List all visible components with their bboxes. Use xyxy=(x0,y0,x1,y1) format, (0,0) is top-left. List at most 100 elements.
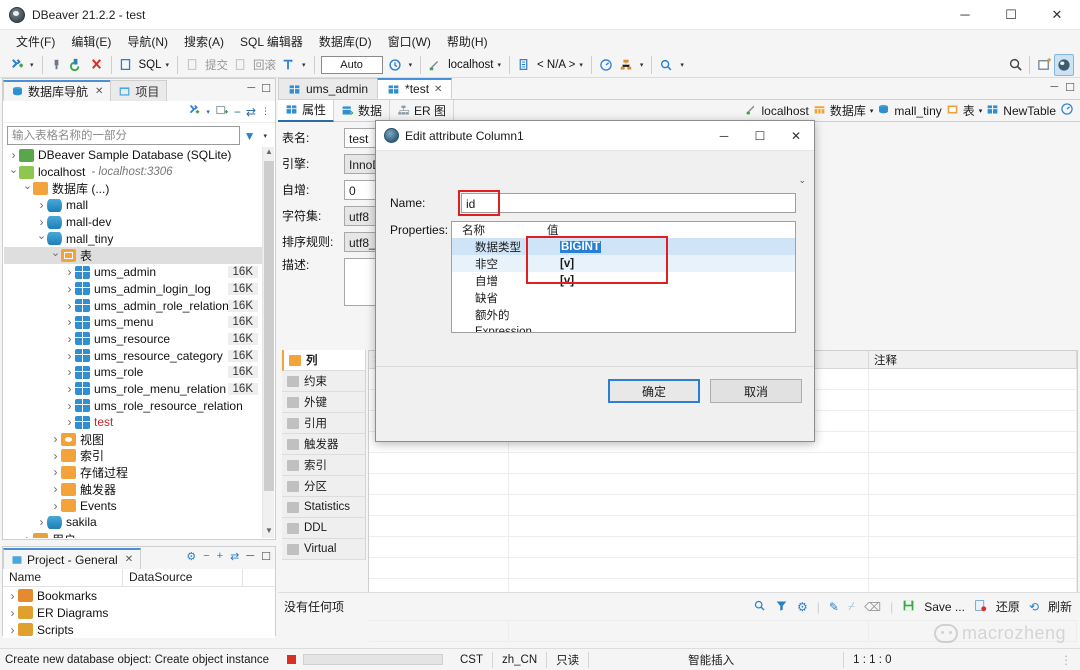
minimize-button[interactable]: ─ xyxy=(942,0,988,30)
cancel-button[interactable]: 取消 xyxy=(710,379,802,403)
property-row[interactable]: 缺省 xyxy=(452,289,795,306)
minimize-view-icon[interactable]: ─ xyxy=(247,82,255,95)
editor-tab-test[interactable]: *test ✕ xyxy=(377,78,453,99)
close-button[interactable]: ✕ xyxy=(1034,0,1080,30)
tree-item[interactable]: ums_role 16K xyxy=(4,364,262,381)
tree-item[interactable]: ums_role_resource_relation xyxy=(4,397,262,414)
property-row[interactable]: 自增 [v] xyxy=(452,272,795,289)
menu-window[interactable]: 窗口(W) xyxy=(381,31,438,52)
gear-icon[interactable]: ⚙ xyxy=(186,550,196,563)
scroll-down-icon[interactable]: ▼ xyxy=(263,526,275,538)
tree-item[interactable]: 视图 xyxy=(4,431,262,448)
tree-item[interactable]: ums_admin_login_log 16K xyxy=(4,281,262,298)
chevron-right-icon[interactable] xyxy=(50,482,61,496)
transaction-log-icon[interactable] xyxy=(385,54,405,76)
tree-item[interactable]: test xyxy=(4,414,262,431)
dashboard-small-icon[interactable] xyxy=(1060,102,1074,119)
chevron-down-icon[interactable] xyxy=(50,249,61,262)
section-tab-触发器[interactable]: 触发器 xyxy=(282,434,366,455)
tables-caret-icon[interactable]: ▾ xyxy=(979,107,983,115)
er-diagram-caret[interactable]: ▾ xyxy=(636,61,648,69)
tree-item[interactable]: sakila xyxy=(4,514,262,531)
reconnect-icon[interactable] xyxy=(67,54,87,76)
revert-icon[interactable] xyxy=(974,599,987,615)
revert-button-label[interactable]: 还原 xyxy=(996,598,1020,615)
menu-help[interactable]: 帮助(H) xyxy=(440,31,495,52)
chevron-right-icon[interactable] xyxy=(64,332,75,346)
grid-header-comment[interactable]: 注释 xyxy=(869,351,1077,368)
new-folder-icon[interactable] xyxy=(215,103,229,120)
section-tab-外键[interactable]: 外键 xyxy=(282,392,366,413)
transaction-caret[interactable]: ▾ xyxy=(298,61,310,69)
dashboard-icon[interactable] xyxy=(596,54,616,76)
menu-file[interactable]: 文件(F) xyxy=(9,31,62,52)
maximize-view-icon[interactable]: ☐ xyxy=(261,550,271,563)
chevron-right-icon[interactable] xyxy=(64,315,75,329)
active-schema-caret[interactable]: ▾ xyxy=(575,61,587,69)
refresh-button-label[interactable]: 刷新 xyxy=(1048,598,1072,615)
collapse-all-icon[interactable]: − xyxy=(234,105,241,119)
close-icon[interactable]: ✕ xyxy=(125,554,133,565)
column-header-datasource[interactable]: DataSource xyxy=(123,569,243,586)
active-schema-label[interactable]: < N/A > xyxy=(534,59,575,71)
table-row[interactable] xyxy=(369,516,1077,537)
filter-menu-caret[interactable]: ▾ xyxy=(259,132,271,140)
properties-rows[interactable]: 数据类型BIGINT非空[v]自增[v]缺省额外的Expression字符集排序… xyxy=(452,238,795,332)
property-value[interactable]: [v] xyxy=(544,275,574,287)
chevron-right-icon[interactable] xyxy=(8,148,19,162)
project-tree[interactable]: Bookmarks ER Diagrams Scripts xyxy=(3,587,275,638)
chevron-right-icon[interactable] xyxy=(50,465,61,479)
database-label[interactable]: 数据库 xyxy=(830,102,866,119)
tree-item[interactable]: 用户 xyxy=(4,531,262,538)
search-caret[interactable]: ▾ xyxy=(676,61,688,69)
menu-navigate[interactable]: 导航(N) xyxy=(120,31,175,52)
property-value[interactable]: [v] xyxy=(544,258,574,270)
dialog-maximize-button[interactable]: ☐ xyxy=(742,121,778,151)
tree-item[interactable]: ums_role_menu_relation16K xyxy=(4,381,262,398)
chevron-right-icon[interactable] xyxy=(36,515,47,529)
chevron-right-icon[interactable] xyxy=(7,589,18,603)
editor-tab-ums-admin[interactable]: ums_admin xyxy=(278,78,379,99)
tree-item[interactable]: 存储过程 xyxy=(4,464,262,481)
tab-projects[interactable]: 项目 xyxy=(110,80,168,101)
close-icon[interactable]: ✕ xyxy=(95,86,103,97)
new-object-caret[interactable]: ▾ xyxy=(206,108,210,116)
chevron-down-icon[interactable] xyxy=(22,182,33,195)
maximize-editor-icon[interactable]: ☐ xyxy=(1065,81,1075,94)
list-item[interactable]: Bookmarks xyxy=(3,587,275,604)
open-perspective-icon[interactable] xyxy=(1034,54,1054,76)
sql-editor-icon[interactable] xyxy=(116,54,136,76)
table-row[interactable] xyxy=(369,621,1077,642)
maximize-view-icon[interactable]: ☐ xyxy=(261,82,271,95)
tree-item[interactable]: 索引 xyxy=(4,447,262,464)
chevron-right-icon[interactable] xyxy=(50,432,61,446)
tab-er-diagram[interactable]: ER 图 xyxy=(390,99,455,122)
list-item[interactable]: Scripts xyxy=(3,621,275,638)
property-value[interactable]: BIGINT xyxy=(544,240,601,253)
menu-sql-editor[interactable]: SQL 编辑器 xyxy=(233,31,310,52)
status-resize-grip[interactable]: ⋮ xyxy=(1061,653,1080,667)
ok-button[interactable]: 确定 xyxy=(608,379,700,403)
link-editor-icon[interactable]: ⇄ xyxy=(246,105,256,119)
tree-item[interactable]: Events xyxy=(4,497,262,514)
menu-search[interactable]: 搜索(A) xyxy=(177,31,231,52)
tree-item[interactable]: mall-dev xyxy=(4,214,262,231)
chevron-right-icon[interactable] xyxy=(22,532,33,538)
tree-item[interactable]: mall_tiny xyxy=(4,230,262,247)
section-tab-约束[interactable]: 约束 xyxy=(282,371,366,392)
global-search-icon[interactable] xyxy=(1005,54,1025,76)
tree-item[interactable]: mall xyxy=(4,197,262,214)
filter-icon[interactable] xyxy=(775,599,788,615)
edit-icon[interactable]: ✎ xyxy=(829,600,839,614)
sql-caret[interactable]: ▾ xyxy=(162,61,174,69)
auto-commit-value[interactable]: Auto xyxy=(320,55,383,74)
chevron-right-icon[interactable] xyxy=(7,606,18,620)
tree-item[interactable]: DBeaver Sample Database (SQLite) xyxy=(4,147,262,164)
tab-data[interactable]: 数据 xyxy=(334,99,391,122)
connection-label[interactable]: localhost xyxy=(762,104,809,118)
list-item[interactable]: ER Diagrams xyxy=(3,604,275,621)
collapse-icon[interactable]: − xyxy=(203,550,209,563)
properties-table[interactable]: 名称 值 数据类型 BIGINT 非空 [v] 自增 [v] 缺省 额外的 Expression… xyxy=(451,221,796,333)
delete-icon[interactable]: ⌫ xyxy=(864,600,881,614)
menu-edit[interactable]: 编辑(E) xyxy=(64,31,118,52)
